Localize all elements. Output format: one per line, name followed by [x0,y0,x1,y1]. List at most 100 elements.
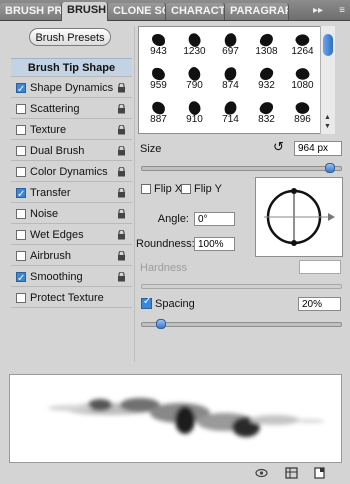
option-dual-brush[interactable]: Dual Brush [11,142,132,161]
option-protect-texture[interactable]: Protect Texture [11,289,132,308]
lock-icon[interactable] [117,251,126,261]
lock-icon[interactable] [117,125,126,135]
size-slider-track[interactable] [141,166,342,171]
brush-tip-shape-icon [223,100,238,116]
brush-tip-size: 1264 [291,46,314,57]
spacing-label: Spacing [155,298,195,310]
brush-tip-thumbnail[interactable]: 1080 [287,65,318,91]
option-checkbox[interactable] [16,293,26,303]
brush-tip-thumbnail[interactable]: 832 [251,99,282,125]
option-noise[interactable]: Noise [11,205,132,224]
brush-tip-scrollbar[interactable]: ▲ ▼ [320,26,335,134]
new-brush-icon[interactable] [313,467,326,479]
brush-tip-thumbnail[interactable]: 1264 [287,31,318,57]
spacing-checkbox[interactable] [141,296,152,309]
hardness-slider-track[interactable] [141,284,342,289]
option-checkbox[interactable] [16,230,26,240]
angle-input[interactable]: 0° [194,212,235,226]
angle-roundness-preview[interactable] [255,177,343,257]
reset-size-icon[interactable]: ↺ [273,141,287,155]
brush-tip-size: 896 [294,114,311,125]
option-shape-dynamics[interactable]: Shape Dynamics [11,79,132,99]
tab-brush[interactable]: BRUSH [62,2,108,21]
brush-tip-thumbnail[interactable]: 697 [215,31,246,57]
spacing-slider-track[interactable] [141,322,342,327]
option-airbrush[interactable]: Airbrush [11,247,132,266]
roundness-label: Roundness: [136,238,195,250]
scroll-down-arrow-icon[interactable]: ▼ [324,123,331,130]
flip-x-checkbox[interactable] [141,184,151,194]
flip-y-label: Flip Y [194,183,222,195]
lock-icon[interactable] [117,209,126,219]
brush-tip-size: 943 [150,46,167,57]
option-label: Smoothing [30,271,83,283]
tab-paragraph[interactable]: PARAGRAPI [225,3,289,20]
toggle-live-tip-icon[interactable] [255,467,268,479]
scroll-up-arrow-icon[interactable]: ▲ [324,114,331,121]
scrollbar-thumb[interactable] [323,34,333,56]
brush-grid-icon[interactable] [285,467,298,479]
size-label: Size [140,143,162,155]
brush-tip-shape-item[interactable]: Brush Tip Shape [11,58,132,77]
option-label: Airbrush [30,250,71,262]
hardness-input[interactable] [299,260,341,274]
option-color-dynamics[interactable]: Color Dynamics [11,163,132,182]
brush-tip-size: 932 [258,80,275,91]
brush-tip-thumbnail[interactable]: 943 [143,31,174,57]
tab-brush-presets[interactable]: BRUSH PRE [0,3,62,20]
option-texture[interactable]: Texture [11,121,132,140]
tab-overflow-button[interactable]: ▸▸ [304,3,332,18]
size-slider-handle[interactable] [325,163,336,173]
brush-tip-size: 1080 [291,80,314,91]
option-checkbox[interactable] [16,80,26,99]
hardness-label: Hardness [140,262,188,274]
option-label: Noise [30,208,59,220]
option-smoothing[interactable]: Smoothing [11,268,132,288]
option-wet-edges[interactable]: Wet Edges [11,226,132,245]
brush-tip-thumbnail[interactable]: 896 [287,99,318,125]
angle-dial-icon [264,188,335,246]
brush-tip-size: 790 [186,80,203,91]
brush-tip-thumbnail[interactable]: 932 [251,65,282,91]
lock-icon[interactable] [117,146,126,156]
tab-character[interactable]: CHARACTE [166,3,225,20]
option-checkbox[interactable] [16,125,26,135]
brush-tip-thumbnail[interactable]: 1230 [179,31,210,57]
option-transfer[interactable]: Transfer [11,184,132,204]
brush-tip-thumbnail[interactable]: 790 [179,65,210,91]
brush-panel: BRUSH PRE BRUSH CLONE SOU CHARACTE PARAG… [0,0,350,484]
panel-menu-button[interactable]: ≡ [334,3,350,18]
tab-clone-source[interactable]: CLONE SOU [108,3,166,20]
column-divider [134,26,135,362]
option-scattering[interactable]: Scattering [11,100,132,119]
spacing-slider-handle[interactable] [155,319,166,329]
flip-y-checkbox[interactable] [181,184,191,194]
brush-tip-thumbnail[interactable]: 910 [179,99,210,125]
brush-tip-thumbnail[interactable]: 1308 [251,31,282,57]
option-label: Protect Texture [30,292,104,304]
lock-icon[interactable] [117,230,126,240]
option-label: Wet Edges [30,229,84,241]
brush-tip-size: 874 [222,80,239,91]
option-checkbox[interactable] [16,209,26,219]
lock-icon[interactable] [117,167,126,177]
brush-tip-thumbnail[interactable]: 959 [143,65,174,91]
lock-icon[interactable] [117,188,126,198]
brush-tip-thumbnail[interactable]: 714 [215,99,246,125]
option-label: Scattering [30,103,80,115]
brush-presets-button[interactable]: Brush Presets [29,28,111,46]
option-checkbox[interactable] [16,146,26,156]
option-checkbox[interactable] [16,251,26,261]
option-checkbox[interactable] [16,167,26,177]
lock-icon[interactable] [117,104,126,114]
lock-icon[interactable] [117,83,126,93]
option-checkbox[interactable] [16,269,26,288]
brush-tip-thumbnail[interactable]: 874 [215,65,246,91]
lock-icon[interactable] [117,272,126,282]
option-checkbox[interactable] [16,185,26,204]
size-input[interactable]: 964 px [294,141,342,156]
brush-tip-thumbnail[interactable]: 887 [143,99,174,125]
option-checkbox[interactable] [16,104,26,114]
roundness-input[interactable]: 100% [194,237,235,251]
spacing-input[interactable]: 20% [298,297,341,311]
